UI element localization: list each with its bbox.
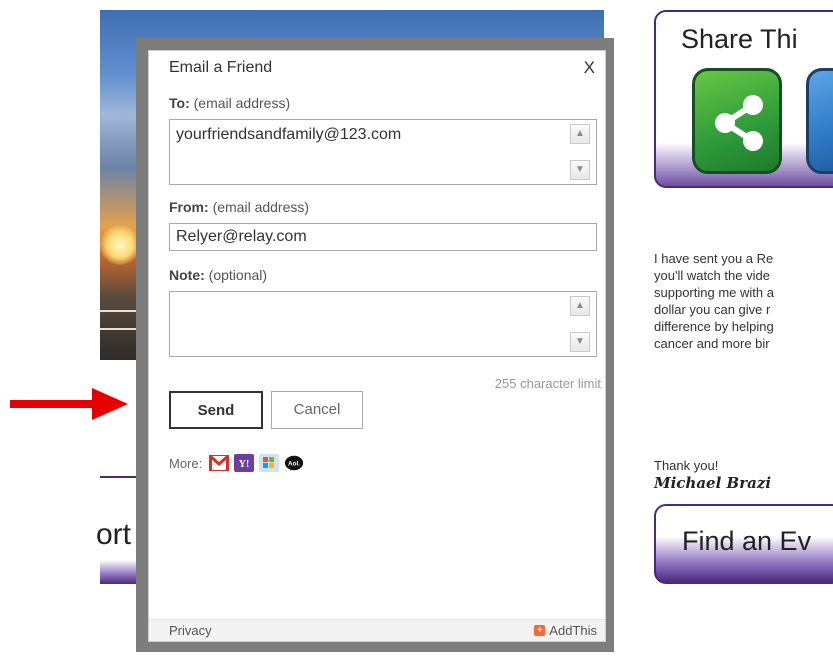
scroll-down-button[interactable]: ▼ xyxy=(570,160,590,180)
gmail-icon[interactable] xyxy=(209,453,230,473)
email-a-friend-dialog: Email a Friend X To: (email address) you… xyxy=(148,50,606,642)
svg-text:Aol.: Aol. xyxy=(288,461,300,468)
from-email-value: Relyer@relay.com xyxy=(176,228,307,245)
note-label: Note: (optional) xyxy=(169,267,267,283)
thanks-text: Thank you! xyxy=(654,458,719,473)
note-field[interactable]: ▲ ▼ xyxy=(169,291,597,357)
letter-line: dollar you can give r xyxy=(654,302,771,317)
scroll-down-button[interactable]: ▼ xyxy=(570,332,590,352)
to-label: To: (email address) xyxy=(169,95,290,111)
send-button[interactable]: Send xyxy=(169,391,263,429)
sun-glow xyxy=(100,225,140,265)
cancel-button[interactable]: Cancel xyxy=(271,391,363,429)
red-arrow-icon xyxy=(10,388,128,420)
letter-line: you'll watch the vide xyxy=(654,268,770,283)
find-event-button[interactable]: Find an Ev xyxy=(654,504,833,584)
signature: Michael Brazi xyxy=(654,474,772,492)
more-services: More: Y! Aol. xyxy=(169,453,304,473)
from-email-field[interactable]: Relyer@relay.com xyxy=(169,223,597,251)
letter-line: difference by helping xyxy=(654,319,774,334)
letter-line: cancer and more bir xyxy=(654,336,770,351)
yahoo-icon[interactable]: Y! xyxy=(234,453,255,473)
dialog-title: Email a Friend xyxy=(169,59,273,76)
scroll-up-button[interactable]: ▲ xyxy=(570,124,590,144)
find-event-label: Find an Ev xyxy=(682,526,812,556)
to-label-text: To: xyxy=(169,95,190,111)
share-icon[interactable] xyxy=(692,68,782,174)
addthis-link[interactable]: + AddThis xyxy=(534,623,597,638)
privacy-link[interactable]: Privacy xyxy=(169,623,212,638)
to-email-field[interactable]: yourfriendsandfamily@123.com ▲ ▼ xyxy=(169,119,597,185)
addthis-label: AddThis xyxy=(549,623,597,638)
letter-text: I have sent you a Re you'll watch the vi… xyxy=(654,250,833,352)
from-hint: (email address) xyxy=(212,199,310,215)
to-email-value: yourfriendsandfamily@123.com xyxy=(176,126,402,143)
facebook-icon[interactable] xyxy=(806,68,833,174)
from-label-text: From: xyxy=(169,199,209,215)
character-limit-text: 255 character limit xyxy=(494,376,601,391)
note-hint: (optional) xyxy=(208,267,268,283)
share-title: Share Thi xyxy=(681,24,798,54)
to-hint: (email address) xyxy=(193,95,291,111)
from-label: From: (email address) xyxy=(169,199,309,215)
dialog-footer: Privacy + AddThis xyxy=(149,619,605,641)
svg-text:Y!: Y! xyxy=(239,459,250,470)
dialog-header: Email a Friend X xyxy=(149,51,605,85)
aol-icon[interactable]: Aol. xyxy=(284,453,304,473)
letter-line: supporting me with a xyxy=(654,285,774,300)
scroll-up-button[interactable]: ▲ xyxy=(570,296,590,316)
share-this-box[interactable]: Share Thi xyxy=(654,10,833,188)
close-button[interactable]: X xyxy=(584,58,595,78)
letter-line: I have sent you a Re xyxy=(654,251,774,266)
note-label-text: Note: xyxy=(169,267,205,283)
support-heading-fragment: ort xyxy=(96,518,132,551)
addthis-plus-icon: + xyxy=(534,625,546,636)
windows-live-icon[interactable] xyxy=(259,453,280,473)
more-label: More: xyxy=(169,455,203,471)
